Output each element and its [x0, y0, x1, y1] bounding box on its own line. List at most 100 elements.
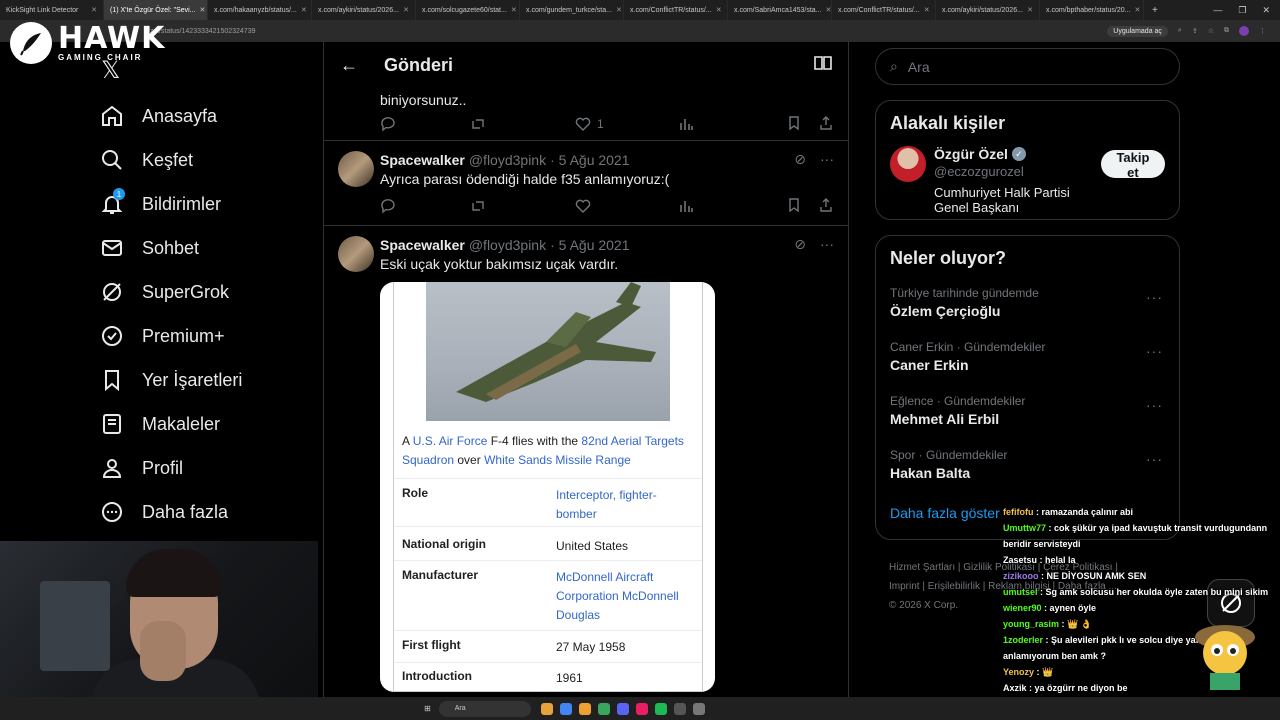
close-icon[interactable]: ✕ [826, 6, 831, 14]
tweet-author-handle[interactable]: @floyd3pink [469, 152, 546, 168]
more-icon[interactable]: ··· [1146, 343, 1163, 359]
spotify-icon[interactable] [654, 702, 667, 715]
wiki-card[interactable]: A U.S. Air Force F-4 flies with the 82nd… [380, 282, 715, 692]
tweet-author-name[interactable]: Spacewalker [380, 152, 465, 168]
grok-icon[interactable]: ⊘ [794, 151, 806, 168]
browser-tab[interactable]: x.com/gundem_turkce/sta... ✕ [520, 0, 624, 20]
star-icon[interactable]: ☆ [1208, 27, 1214, 35]
sidebar-item-notifications[interactable]: 1 Bildirimler [100, 182, 320, 226]
tweet-author-name[interactable]: Spacewalker [380, 237, 465, 253]
windows-start-icon[interactable]: ⊞ [424, 704, 431, 713]
sidebar-item-articles[interactable]: Makaleler [100, 402, 320, 446]
browser-tab[interactable]: x.com/ConflictTR/status/... ✕ [624, 0, 728, 20]
close-icon[interactable]: ✕ [403, 6, 409, 14]
app-icon[interactable] [597, 702, 610, 715]
grok-icon[interactable]: ⊘ [794, 236, 806, 253]
app-icon[interactable] [635, 702, 648, 715]
taskbar-search[interactable]: Ara [438, 700, 531, 717]
close-icon[interactable]: ✕ [200, 6, 206, 14]
more-icon[interactable]: ··· [1146, 289, 1163, 305]
search-input[interactable]: ⌕ Ara [875, 48, 1180, 85]
trend-item[interactable]: Türkiye tarihinde gündemde Özlem Çerçioğ… [876, 275, 1179, 329]
sidebar-item-premium[interactable]: Premium+ [100, 314, 320, 358]
tweet[interactable]: Spacewalker @floyd3pink · 5 Ağu 2021 ⊘ ··… [324, 141, 848, 187]
tweet[interactable]: Spacewalker @floyd3pink · 5 Ağu 2021 ⊘ ··… [324, 226, 848, 692]
reply-icon[interactable] [380, 198, 470, 214]
person-card[interactable]: Özgür Özel ✓ @eczozgurozel Cumhuriyet Hal… [876, 134, 1179, 227]
aircraft-image[interactable] [426, 282, 670, 421]
like-button[interactable]: 1 [575, 116, 678, 132]
browser-tab[interactable]: x.com/hakaanyzb/status/... ✕ [208, 0, 312, 20]
close-icon[interactable]: ✕ [1134, 6, 1140, 14]
tweet-author-handle[interactable]: @floyd3pink [469, 237, 546, 253]
browser-tab[interactable]: x.com/solcugazete60/stat... ✕ [416, 0, 520, 20]
extensions-icon[interactable]: ⧉ [1224, 27, 1229, 35]
app-icon[interactable] [692, 702, 705, 715]
close-window-icon[interactable]: ✕ [1262, 5, 1270, 16]
share-icon[interactable]: ⇪ [1192, 27, 1198, 35]
reply-icon[interactable] [380, 116, 470, 132]
close-icon[interactable]: ✕ [91, 6, 97, 14]
sidebar-item-home[interactable]: Anasayfa [100, 94, 320, 138]
sidebar-item-profile[interactable]: Profil [100, 446, 320, 490]
tweet-date[interactable]: · 5 Ağu 2021 [550, 237, 629, 253]
discord-icon[interactable] [616, 702, 629, 715]
browser-tab[interactable]: KickSight Link Detector ✕ [0, 0, 104, 20]
avatar[interactable] [338, 236, 374, 272]
profile-avatar[interactable] [1239, 26, 1249, 36]
views-icon[interactable] [678, 198, 768, 214]
close-icon[interactable]: ✕ [1027, 6, 1033, 14]
close-icon[interactable]: ✕ [924, 6, 930, 14]
avatar[interactable] [890, 146, 926, 182]
trend-item[interactable]: Caner Erkin · Gündemdekiler Caner Erkin … [876, 329, 1179, 383]
sidebar-item-explore[interactable]: Keşfet [100, 138, 320, 182]
back-arrow-icon[interactable]: ← [340, 55, 358, 76]
file-explorer-icon[interactable] [540, 702, 553, 715]
maximize-icon[interactable]: ❐ [1238, 5, 1246, 16]
address-bar[interactable]: zel/status/1423333421502324739 Uygulamad… [0, 20, 1280, 42]
bookmark-icon[interactable] [786, 115, 802, 134]
avatar[interactable] [338, 151, 374, 187]
app-icon[interactable] [673, 702, 686, 715]
more-icon[interactable]: ··· [820, 151, 834, 168]
heart-icon[interactable] [575, 198, 678, 214]
reader-mode-icon[interactable] [814, 55, 832, 76]
bookmark-icon[interactable] [786, 197, 802, 216]
chrome-icon[interactable] [559, 702, 572, 715]
retweet-icon[interactable] [470, 116, 575, 132]
open-in-app-button[interactable]: Uygulamada aç [1107, 25, 1168, 37]
infobox-value[interactable]: Interceptor, fighter-bomber [556, 486, 696, 524]
retweet-icon[interactable] [470, 198, 575, 214]
trend-item[interactable]: Eğlence · Gündemdekiler Mehmet Ali Erbil… [876, 383, 1179, 437]
views-icon[interactable] [678, 116, 768, 132]
person-name[interactable]: Özgür Özel [934, 146, 1008, 162]
follow-button[interactable]: Takip et [1100, 150, 1165, 180]
menu-icon[interactable]: ⋮ [1259, 27, 1266, 35]
more-icon[interactable]: ··· [1146, 397, 1163, 413]
infobox-value[interactable]: McDonnell Aircraft Corporation McDonnell… [556, 568, 696, 625]
browser-tab[interactable]: x.com/SabriAmca1453/sta... ✕ [728, 0, 832, 20]
close-icon[interactable]: ✕ [616, 6, 622, 14]
sidebar-item-supergrok[interactable]: SuperGrok [100, 270, 320, 314]
browser-tab[interactable]: x.com/aykiri/status/2026... ✕ [312, 0, 416, 20]
more-icon[interactable]: ··· [1146, 451, 1163, 467]
share-icon[interactable] [818, 197, 834, 216]
new-tab-button[interactable]: + [1144, 5, 1166, 16]
app-icon[interactable] [578, 702, 591, 715]
browser-tab[interactable]: x.com/bpthaber/status/20... ✕ [1040, 0, 1144, 20]
more-icon[interactable]: ··· [820, 236, 834, 253]
close-icon[interactable]: ✕ [511, 6, 517, 14]
zoom-icon[interactable]: ⌕ [1178, 27, 1182, 35]
browser-tab[interactable]: x.com/ConflictTR/status/... ✕ [832, 0, 936, 20]
share-icon[interactable] [818, 115, 834, 134]
browser-tab-active[interactable]: (1) X'te Özgür Özel: "Sevi... ✕ [104, 0, 208, 20]
close-icon[interactable]: ✕ [716, 6, 722, 14]
sidebar-item-bookmarks[interactable]: Yer İşaretleri [100, 358, 320, 402]
trend-item[interactable]: Spor · Gündemdekiler Hakan Balta ··· [876, 437, 1179, 491]
caption-link[interactable]: White Sands Missile Range [484, 453, 631, 467]
tweet-date[interactable]: · 5 Ağu 2021 [550, 152, 629, 168]
close-icon[interactable]: ✕ [301, 6, 307, 14]
minimize-icon[interactable]: — [1213, 5, 1222, 16]
url-text[interactable]: zel/status/1423333421502324739 [150, 28, 255, 35]
browser-tab[interactable]: x.com/aykiri/status/2026... ✕ [936, 0, 1040, 20]
